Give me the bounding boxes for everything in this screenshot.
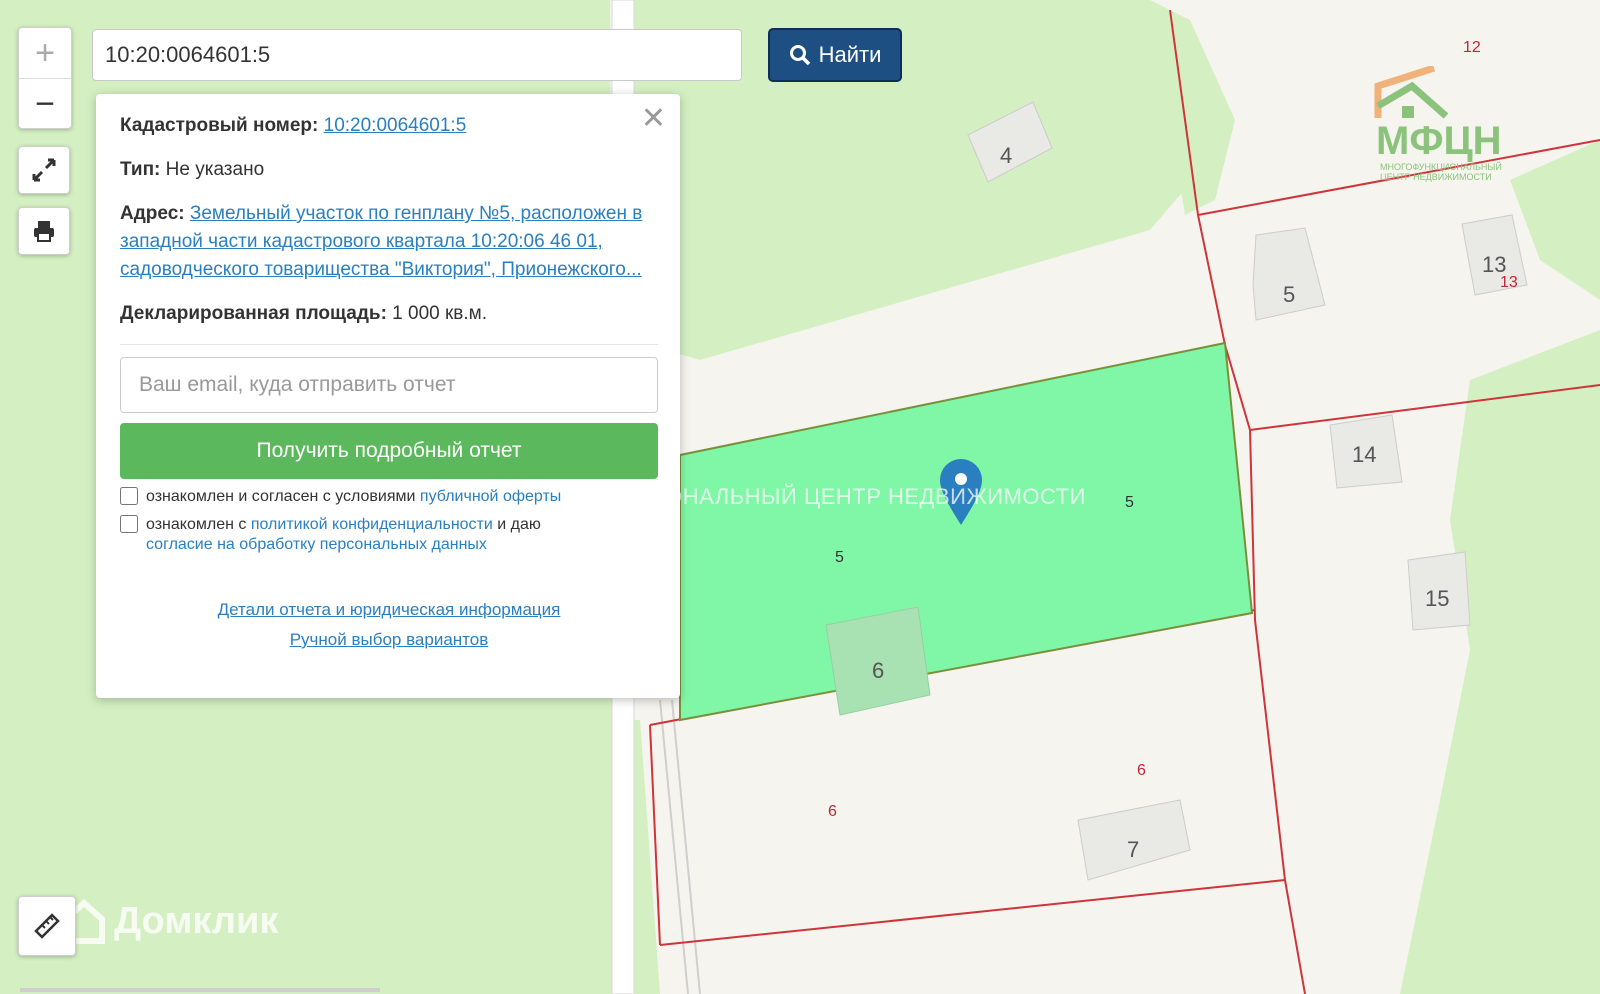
- address-link[interactable]: Земельный участок по генплану №5, распол…: [120, 203, 642, 280]
- consent-offer-label: ознакомлен и согласен с условиями: [146, 488, 416, 505]
- ruler-button[interactable]: [18, 896, 76, 956]
- zoom-control: + −: [18, 27, 72, 129]
- building-label: 7: [1127, 837, 1139, 862]
- svg-text:МНОГОФУНКЦИОНАЛЬНЫЙ: МНОГОФУНКЦИОНАЛЬНЫЙ: [1380, 161, 1502, 172]
- address-row: Адрес: Земельный участок по генплану №5,…: [120, 200, 658, 284]
- report-details-link[interactable]: Детали отчета и юридическая информация: [218, 600, 561, 619]
- cadastral-label: Кадастровый номер:: [120, 115, 319, 136]
- consent-offer: ознакомлен и согласен с условиями публич…: [120, 487, 658, 507]
- svg-text:МФЦН: МФЦН: [1376, 119, 1502, 163]
- consent-offer-checkbox[interactable]: [120, 487, 138, 505]
- domklik-logo: Домклик: [62, 897, 278, 945]
- expand-icon: [32, 158, 56, 182]
- privacy-policy-link[interactable]: политикой конфиденциальности: [251, 516, 493, 533]
- building-label: 15: [1425, 586, 1449, 611]
- search-icon: [789, 45, 810, 66]
- search-button[interactable]: Найти: [768, 28, 902, 82]
- parcel-label: 6: [828, 803, 837, 820]
- zoom-in-button[interactable]: +: [19, 28, 71, 79]
- parcel-label: 12: [1463, 39, 1481, 56]
- search-button-label: Найти: [818, 42, 882, 67]
- ruler-icon: [34, 913, 60, 939]
- public-offer-link[interactable]: публичной оферты: [420, 488, 561, 505]
- building-label: 5: [1283, 282, 1295, 307]
- type-label: Тип:: [120, 159, 161, 180]
- parcel-label: 5: [835, 549, 844, 566]
- building-label: 6: [872, 658, 884, 683]
- manual-selection-link[interactable]: Ручной выбор вариантов: [290, 630, 489, 649]
- get-report-button[interactable]: Получить подробный отчет: [120, 423, 658, 479]
- cadastral-row: Кадастровый номер: 10:20:0064601:5: [120, 112, 658, 140]
- building-label: 4: [1000, 143, 1012, 168]
- domklik-text: Домклик: [114, 899, 279, 942]
- consent-privacy-label-2: и даю: [497, 516, 541, 533]
- popup-footer-links: Детали отчета и юридическая информация Р…: [120, 595, 658, 655]
- mfcn-logo: МФЦН МНОГОФУНКЦИОНАЛЬНЫЙ ЦЕНТР НЕДВИЖИМО…: [1374, 66, 1502, 182]
- divider: [120, 344, 658, 345]
- area-label: Декларированная площадь:: [120, 303, 387, 324]
- personal-data-consent-link[interactable]: согласие на обработку персональных данны…: [146, 536, 487, 553]
- parcel-label: 6: [1137, 762, 1146, 779]
- close-icon[interactable]: ✕: [641, 104, 666, 134]
- parcel-info-popup: ✕ Кадастровый номер: 10:20:0064601:5 Тип…: [96, 94, 680, 698]
- consent-offer-text: ознакомлен и согласен с условиями публич…: [146, 487, 561, 507]
- consent-privacy-checkbox[interactable]: [120, 515, 138, 533]
- building-label: 14: [1352, 442, 1376, 467]
- type-value: Не указано: [165, 159, 265, 180]
- address-label: Адрес:: [120, 203, 185, 224]
- area-row: Декларированная площадь: 1 000 кв.м.: [120, 300, 658, 328]
- parcel-label: 5: [1125, 494, 1134, 511]
- consent-privacy-text: ознакомлен с политикой конфиденциальност…: [146, 515, 541, 555]
- printer-icon: [34, 221, 54, 242]
- consent-privacy-label: ознакомлен с: [146, 516, 247, 533]
- fullscreen-button[interactable]: [18, 146, 70, 194]
- consent-privacy: ознакомлен с политикой конфиденциальност…: [120, 515, 658, 555]
- zoom-out-button[interactable]: −: [19, 79, 71, 129]
- area-value: 1 000 кв.м.: [392, 303, 488, 324]
- type-row: Тип: Не указано: [120, 156, 658, 184]
- email-field[interactable]: [120, 357, 658, 413]
- search-input[interactable]: [92, 29, 742, 81]
- print-button[interactable]: [18, 207, 70, 255]
- parcel-label: 13: [1500, 274, 1518, 291]
- cadastral-number-link[interactable]: 10:20:0064601:5: [324, 115, 467, 136]
- svg-text:ЦЕНТР НЕДВИЖИМОСТИ: ЦЕНТР НЕДВИЖИМОСТИ: [1380, 172, 1492, 182]
